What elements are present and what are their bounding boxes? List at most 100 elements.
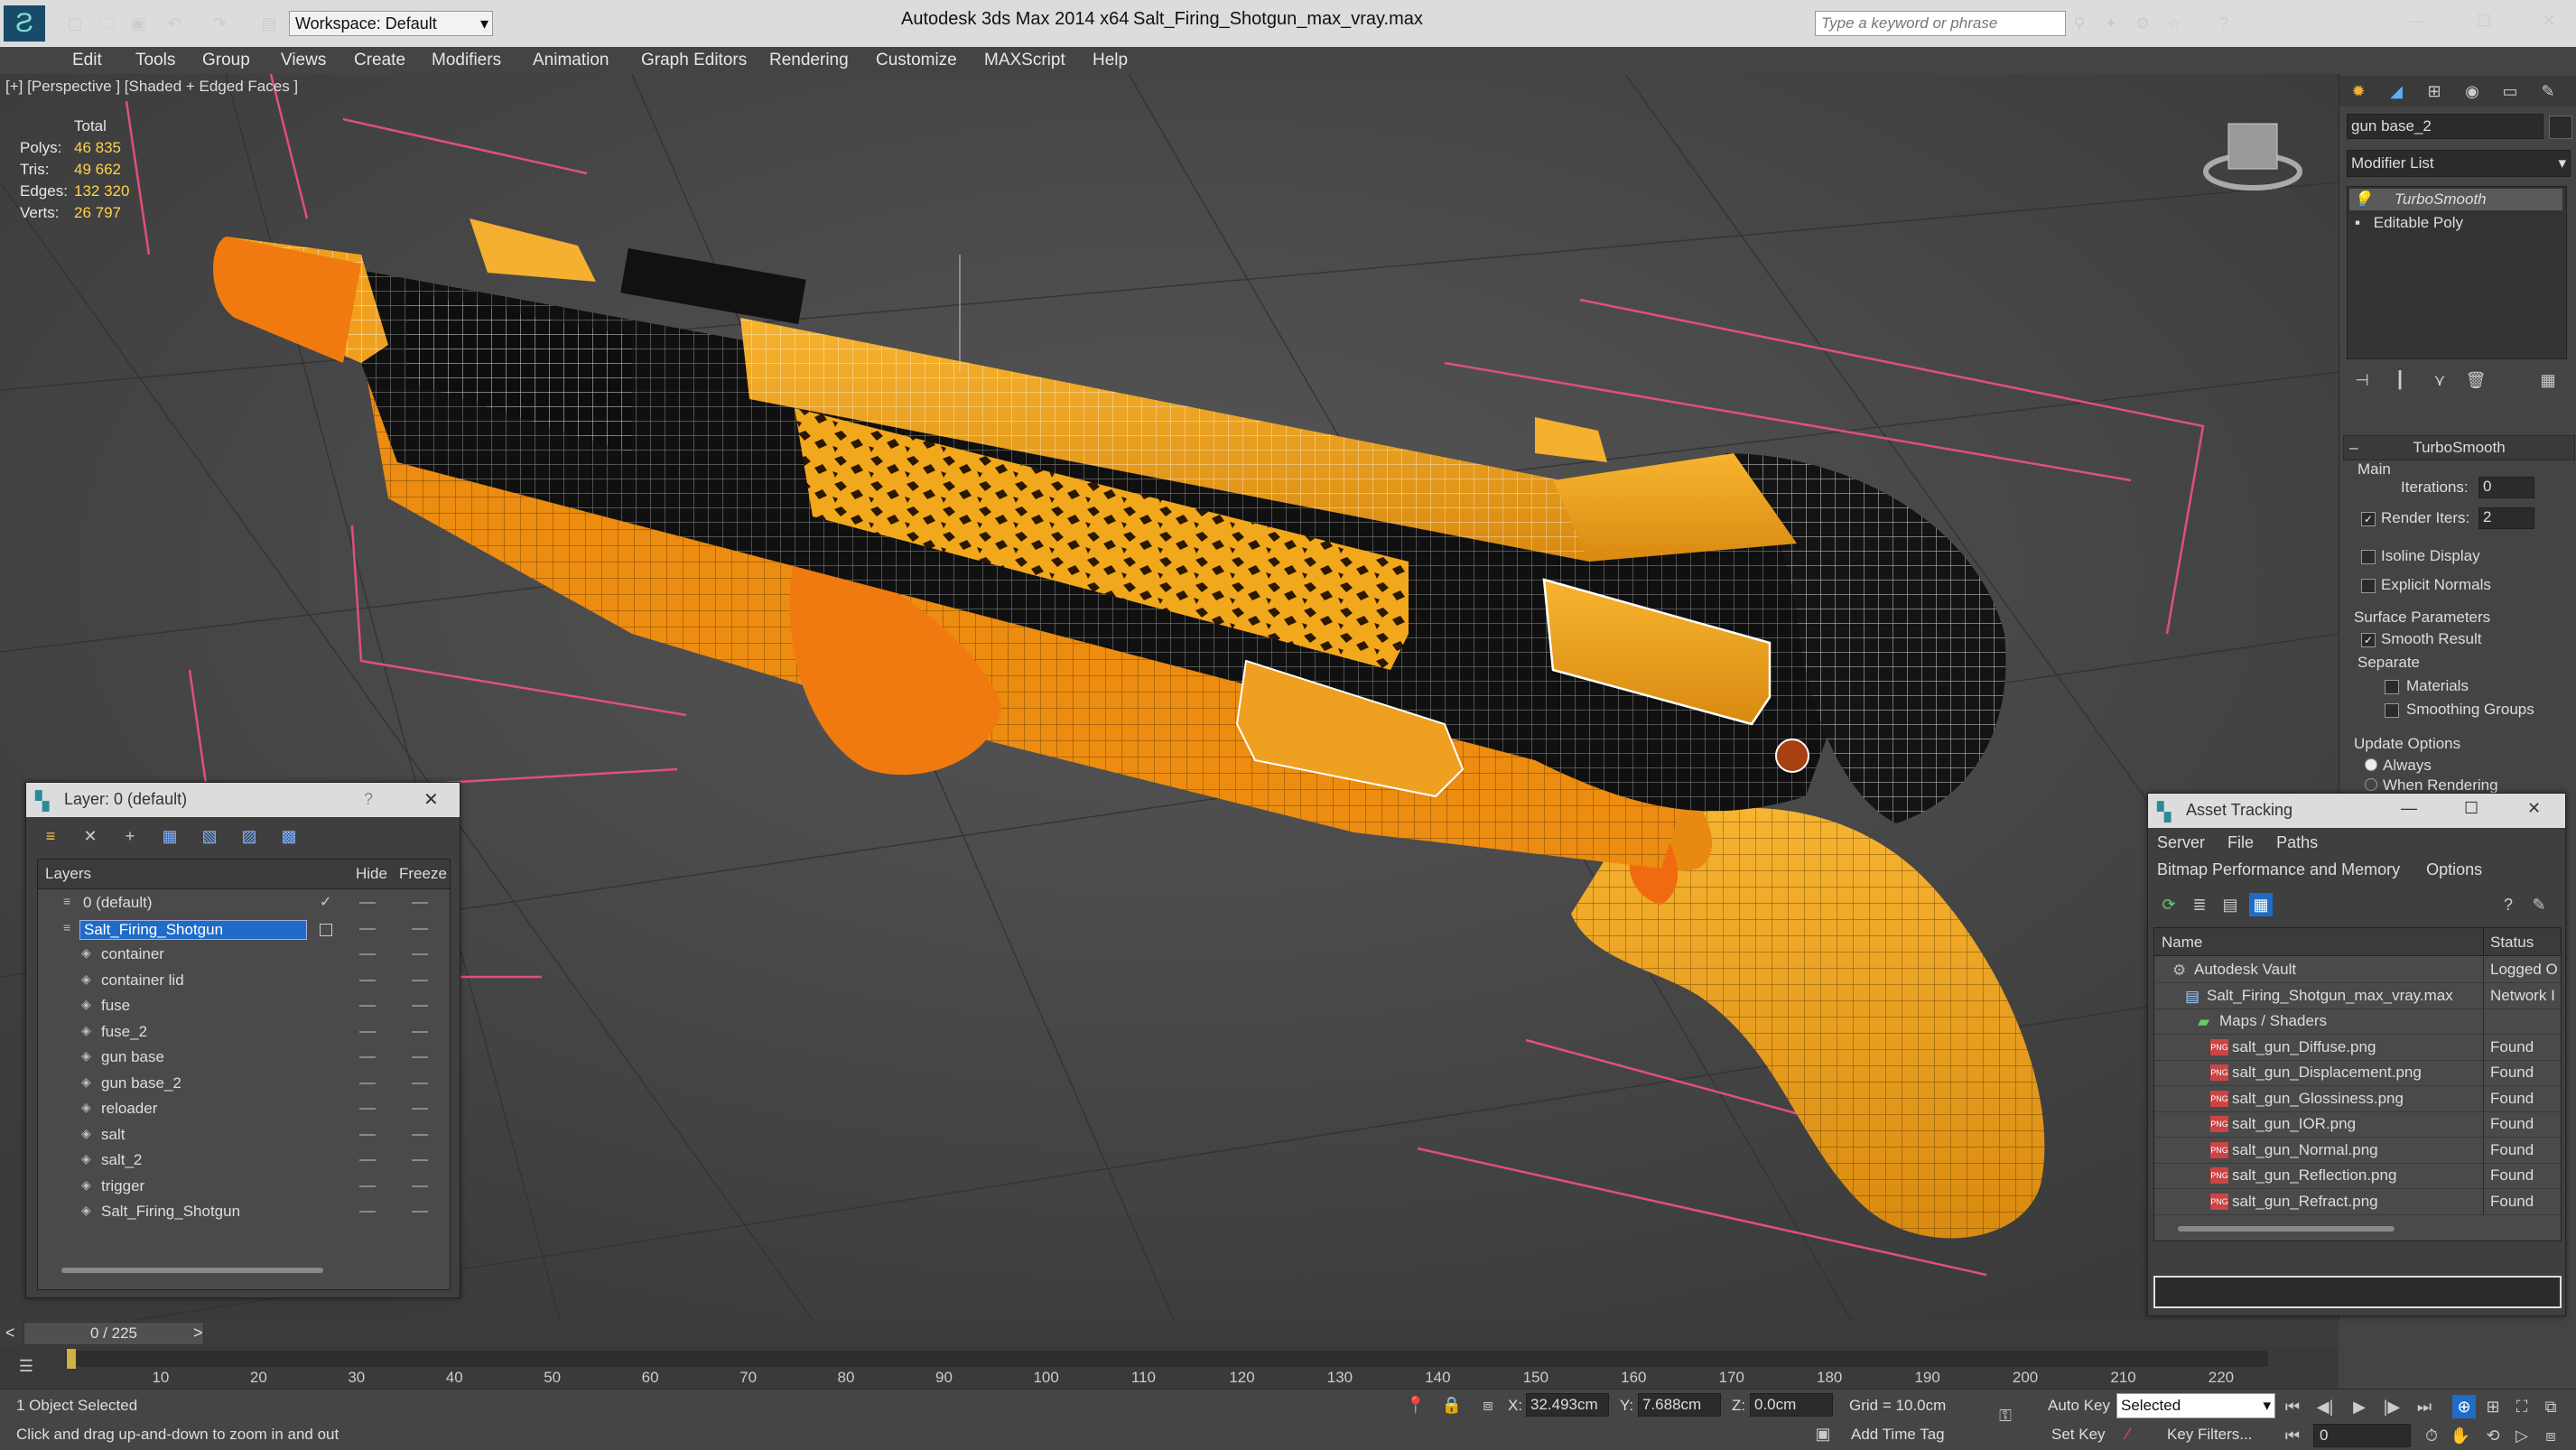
- z-coordinate-field[interactable]: 0.0cm: [1750, 1393, 1833, 1417]
- layer-row[interactable]: ◈ trigger: [38, 1174, 450, 1199]
- asset-row[interactable]: PNG salt_gun_Glossiness.png Found: [2154, 1085, 2561, 1112]
- time-slider-thumb[interactable]: 0 / 225: [23, 1322, 204, 1345]
- time-slider[interactable]: < 0 / 225 >: [0, 1320, 2339, 1347]
- status-column-header[interactable]: Status: [2490, 934, 2534, 952]
- menu-bitmap-performance[interactable]: Bitmap Performance and Memory: [2157, 860, 2400, 878]
- render-iters-spinner[interactable]: 2: [2478, 507, 2534, 529]
- freeze-toggle[interactable]: [412, 1056, 428, 1058]
- new-layer-icon[interactable]: ≡: [39, 824, 62, 848]
- asset-row[interactable]: ⚙ Autodesk Vault Logged O: [2154, 957, 2561, 983]
- key-mode-dropdown[interactable]: Selected ▾: [2116, 1393, 2275, 1418]
- menu-tools[interactable]: Tools: [135, 51, 175, 70]
- make-unique-icon[interactable]: ⋎: [2428, 368, 2451, 392]
- asset-row[interactable]: ▰ Maps / Shaders: [2154, 1008, 2561, 1035]
- layer-window-titlebar[interactable]: ▚ Layer: 0 (default) ? ✕: [26, 783, 460, 817]
- hide-toggle[interactable]: [359, 1056, 376, 1058]
- favorites-icon[interactable]: ☆: [2162, 12, 2186, 35]
- hide-column-header[interactable]: Hide: [356, 865, 387, 883]
- walk-through-icon[interactable]: ⧈: [2539, 1424, 2562, 1447]
- layer-row[interactable]: ◈ gun base: [38, 1045, 450, 1070]
- materials-checkbox[interactable]: [2385, 680, 2399, 694]
- isoline-display-checkbox[interactable]: [2361, 550, 2376, 564]
- redo-icon[interactable]: ↷: [208, 12, 231, 35]
- hide-toggle[interactable]: [359, 1133, 376, 1136]
- hide-all-icon[interactable]: ▨: [237, 824, 261, 848]
- active-layer-check-icon[interactable]: ✓: [320, 893, 331, 911]
- stack-item-editable-poly[interactable]: ▪ Editable Poly: [2349, 212, 2562, 234]
- play-icon[interactable]: ▶: [2348, 1395, 2371, 1418]
- maximize-icon[interactable]: ☐: [2472, 9, 2496, 33]
- menu-paths[interactable]: Paths: [2276, 833, 2318, 851]
- hide-toggle[interactable]: [359, 1030, 376, 1033]
- select-objects-icon[interactable]: ▦: [158, 824, 181, 848]
- menu-create[interactable]: Create: [354, 51, 405, 70]
- layer-row[interactable]: ◈ reloader: [38, 1096, 450, 1121]
- asset-path-field[interactable]: [2153, 1276, 2562, 1308]
- layer-row[interactable]: ≡ 0 (default) ✓: [38, 890, 450, 916]
- time-config-icon[interactable]: ⏱: [2420, 1424, 2443, 1447]
- freeze-toggle[interactable]: [412, 1082, 428, 1084]
- menu-animation[interactable]: Animation: [533, 51, 609, 70]
- hide-toggle[interactable]: [359, 1185, 376, 1187]
- freeze-toggle[interactable]: [412, 902, 428, 904]
- add-to-layer-icon[interactable]: +: [118, 824, 142, 848]
- lock-selection-icon[interactable]: 🔒: [1440, 1393, 1464, 1417]
- binoculars-icon[interactable]: ⚲: [2068, 12, 2091, 35]
- make-active-checkbox[interactable]: [320, 923, 332, 936]
- always-radio[interactable]: [2365, 758, 2377, 771]
- zoom-icon[interactable]: ⊕: [2452, 1395, 2476, 1418]
- when-rendering-radio[interactable]: [2365, 778, 2377, 791]
- freeze-toggle[interactable]: [412, 1108, 428, 1110]
- hide-toggle[interactable]: [359, 979, 376, 981]
- freeze-toggle[interactable]: [412, 1005, 428, 1007]
- menu-file[interactable]: File: [2227, 833, 2254, 851]
- search-input[interactable]: Type a keyword or phrase: [1815, 11, 2066, 36]
- maximize-icon[interactable]: ☐: [2464, 799, 2478, 818]
- y-coordinate-field[interactable]: 7.688cm: [1638, 1393, 1721, 1417]
- horizontal-scrollbar[interactable]: [2178, 1226, 2395, 1232]
- hide-toggle[interactable]: [359, 1159, 376, 1161]
- close-icon[interactable]: ✕: [423, 788, 439, 811]
- layer-row[interactable]: ≡ Salt_Firing_Shotgun: [38, 916, 450, 942]
- viewport-label[interactable]: [+] [Perspective ] [Shaded + Edged Faces…: [5, 78, 298, 96]
- key-icon[interactable]: ⚿: [1994, 1404, 2017, 1427]
- create-tab-icon[interactable]: ✹: [2347, 79, 2370, 103]
- current-frame-field[interactable]: 0: [2313, 1424, 2411, 1447]
- freeze-toggle[interactable]: [412, 1185, 428, 1187]
- hide-toggle[interactable]: [359, 927, 376, 930]
- highlight-icon[interactable]: ✎: [2527, 893, 2551, 916]
- render-iters-checkbox[interactable]: ✓: [2361, 512, 2376, 526]
- menu-modifiers[interactable]: Modifiers: [432, 51, 501, 70]
- menu-customize[interactable]: Customize: [876, 51, 957, 70]
- help-icon[interactable]: ?: [2497, 893, 2520, 916]
- time-tag-icon[interactable]: ▣: [1811, 1422, 1835, 1445]
- tools-icon[interactable]: ✦: [2099, 12, 2123, 35]
- zoom-all-icon[interactable]: ⊞: [2481, 1395, 2505, 1418]
- freeze-all-icon[interactable]: ▩: [277, 824, 301, 848]
- help-icon[interactable]: ?: [364, 790, 373, 809]
- save-icon[interactable]: ▣: [126, 12, 150, 35]
- orbit-icon[interactable]: ⟲: [2481, 1424, 2505, 1447]
- key-filters-button[interactable]: Key Filters...: [2167, 1426, 2252, 1444]
- open-file-icon[interactable]: 🗀: [95, 12, 118, 35]
- hide-toggle[interactable]: [359, 953, 376, 955]
- highlight-selected-icon[interactable]: ▧: [198, 824, 221, 848]
- rollout-header[interactable]: – TurboSmooth: [2343, 435, 2575, 460]
- help-icon[interactable]: ?: [2212, 12, 2236, 35]
- settings-icon[interactable]: ⚙: [2131, 12, 2154, 35]
- layer-row[interactable]: ◈ fuse_2: [38, 1019, 450, 1045]
- list-view-icon[interactable]: ≣: [2188, 893, 2211, 916]
- x-coordinate-field[interactable]: 32.493cm: [1526, 1393, 1609, 1417]
- display-tab-icon[interactable]: ▭: [2498, 79, 2522, 103]
- layer-row[interactable]: ◈ salt_2: [38, 1148, 450, 1173]
- key-mode-icon[interactable]: ⏮: [2281, 1424, 2304, 1447]
- prev-key-icon[interactable]: ◀|: [2313, 1395, 2337, 1418]
- explicit-normals-checkbox[interactable]: [2361, 579, 2376, 593]
- modifier-list-dropdown[interactable]: Modifier List ▾: [2347, 150, 2571, 177]
- hide-toggle[interactable]: [359, 1082, 376, 1084]
- refresh-icon[interactable]: ⟳: [2157, 893, 2181, 916]
- hide-toggle[interactable]: [359, 902, 376, 904]
- project-icon[interactable]: ▤: [257, 12, 281, 35]
- menu-help[interactable]: Help: [1093, 51, 1128, 70]
- asset-row[interactable]: PNG salt_gun_IOR.png Found: [2154, 1111, 2561, 1138]
